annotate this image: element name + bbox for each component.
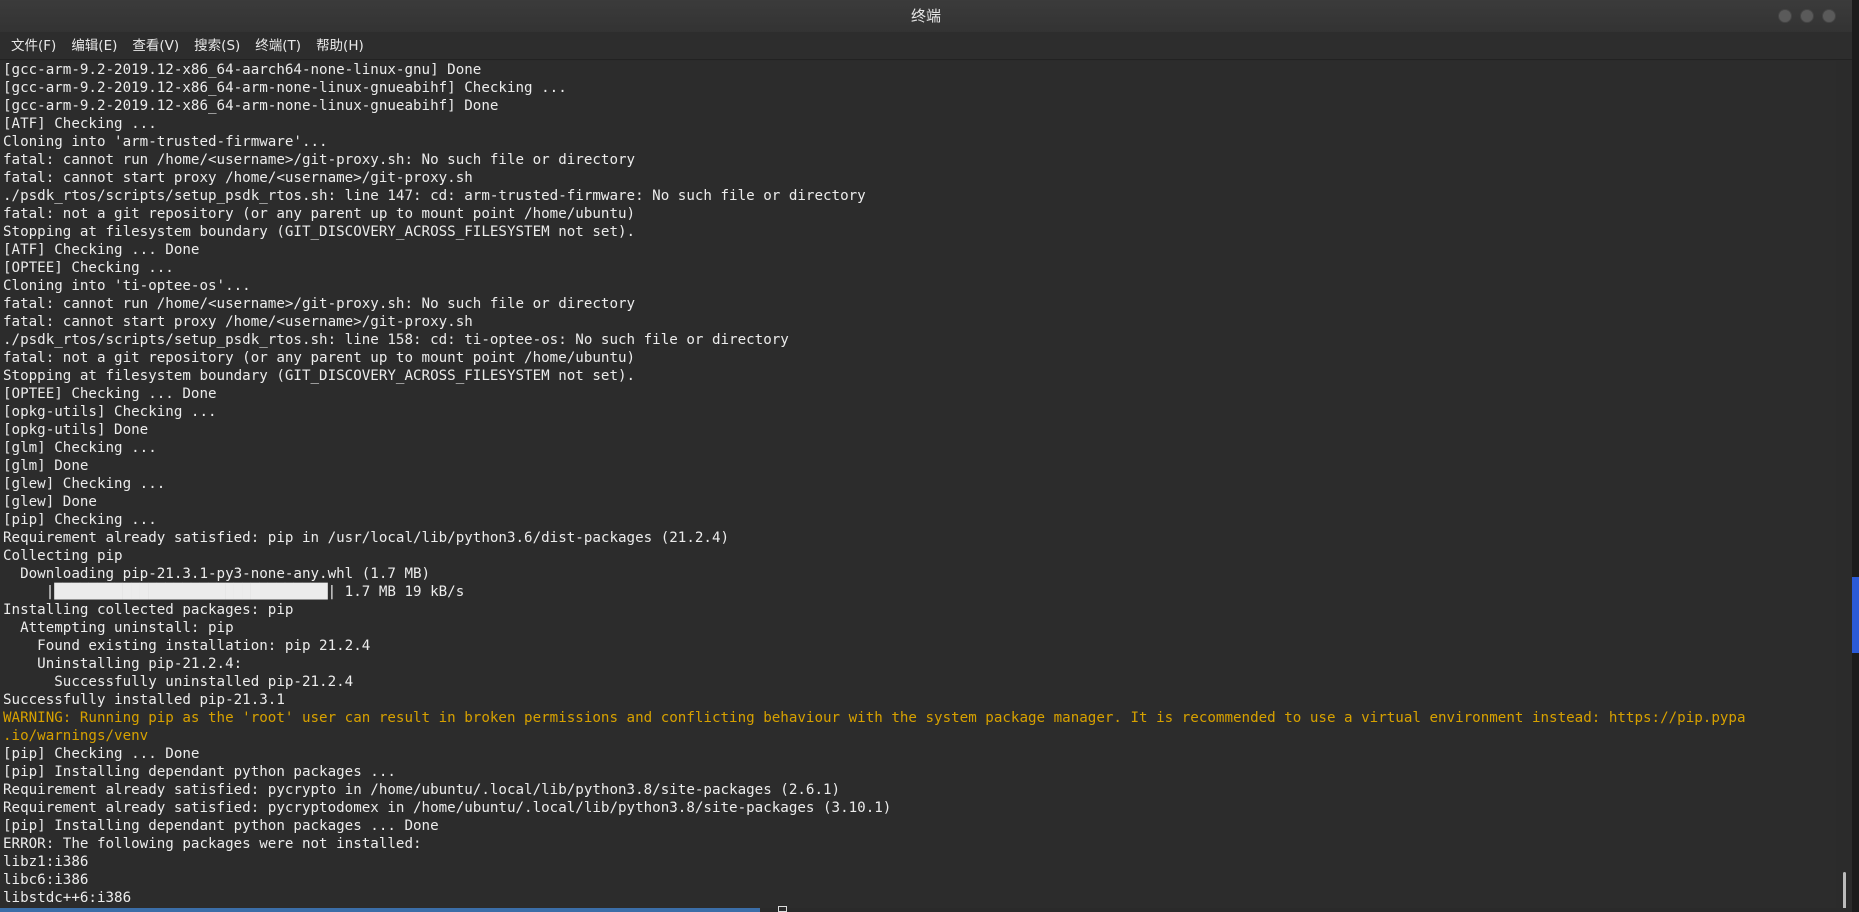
terminal-line: Requirement already satisfied: pycrypto … <box>3 782 841 798</box>
menu-edit[interactable]: 编辑(E) <box>64 32 124 60</box>
window-title: 终端 <box>910 7 941 25</box>
terminal-line: Uninstalling pip-21.2.4: <box>3 656 243 672</box>
terminal-line: [glew] Done <box>3 494 97 510</box>
terminal-line: fatal: cannot run /home/<username>/git-p… <box>3 152 636 168</box>
terminal-line: Cloning into 'ti-optee-os'... <box>3 278 251 294</box>
terminal-line: fatal: not a git repository (or any pare… <box>3 206 636 222</box>
terminal-line: Downloading pip-21.3.1-py3-none-any.whl … <box>3 566 431 582</box>
terminal-line: [pip] Checking ... <box>3 512 157 528</box>
terminal-line: fatal: cannot run /home/<username>/git-p… <box>3 296 636 312</box>
bottom-border <box>0 908 1852 912</box>
bottom-accent-bar <box>0 908 760 912</box>
terminal-window: 终端 文件(F) 编辑(E) 查看(V) 搜索(S) 终端(T) 帮助(H) [… <box>0 0 1853 912</box>
terminal-line: libc6:i386 <box>3 872 89 888</box>
menu-view[interactable]: 查看(V) <box>125 32 186 60</box>
terminal-line: [OPTEE] Checking ... <box>3 260 174 276</box>
terminal-cursor <box>778 906 787 912</box>
terminal-line: [gcc-arm-9.2-2019.12-x86_64-aarch64-none… <box>3 62 482 78</box>
terminal-line: [glm] Done <box>3 458 89 474</box>
menu-search[interactable]: 搜索(S) <box>187 32 247 60</box>
terminal-line: [opkg-utils] Checking ... <box>3 404 217 420</box>
terminal-line: ./psdk_rtos/scripts/setup_psdk_rtos.sh: … <box>3 188 866 204</box>
terminal-line: [gcc-arm-9.2-2019.12-x86_64-arm-none-lin… <box>3 98 499 114</box>
close-button[interactable] <box>1822 9 1836 23</box>
terminal-line: Stopping at filesystem boundary (GIT_DIS… <box>3 368 636 384</box>
minimize-button[interactable] <box>1778 9 1792 23</box>
terminal-line: ERROR: The following packages were not i… <box>3 836 422 852</box>
terminal-line: Requirement already satisfied: pip in /u… <box>3 530 730 546</box>
terminal-warning-line: WARNING: Running pip as the 'root' user … <box>3 710 1746 726</box>
terminal-warning-line: .io/warnings/venv <box>3 728 149 744</box>
terminal-line: [glew] Checking ... <box>3 476 166 492</box>
terminal-line: [pip] Installing dependant python packag… <box>3 764 396 780</box>
terminal-line: [gcc-arm-9.2-2019.12-x86_64-arm-none-lin… <box>3 80 567 96</box>
menu-help[interactable]: 帮助(H) <box>309 32 371 60</box>
terminal-output[interactable]: [gcc-arm-9.2-2019.12-x86_64-aarch64-none… <box>0 61 1836 912</box>
terminal-line: [glm] Checking ... <box>3 440 157 456</box>
terminal-line: [pip] Checking ... Done <box>3 746 200 762</box>
desktop-edge-accent <box>1852 577 1859 653</box>
title-bar[interactable]: 终端 <box>0 0 1852 32</box>
terminal-line: Attempting uninstall: pip <box>3 620 234 636</box>
terminal-line: [pip] Installing dependant python packag… <box>3 818 439 834</box>
terminal-line: [ATF] Checking ... Done <box>3 242 200 258</box>
terminal-line: [opkg-utils] Done <box>3 422 149 438</box>
terminal-line: Successfully installed pip-21.3.1 <box>3 692 285 708</box>
desktop-edge <box>1852 0 1859 912</box>
terminal-line: libstdc++6:i386 <box>3 890 132 906</box>
terminal-line: Cloning into 'arm-trusted-firmware'... <box>3 134 328 150</box>
terminal-line: fatal: not a git repository (or any pare… <box>3 350 636 366</box>
terminal-line: Installing collected packages: pip <box>3 602 294 618</box>
terminal-line: [OPTEE] Checking ... Done <box>3 386 217 402</box>
terminal-line: libz1:i386 <box>3 854 89 870</box>
terminal-scrollbar[interactable] <box>1836 61 1852 912</box>
scrollbar-thumb[interactable] <box>1843 872 1846 910</box>
window-controls <box>1778 9 1836 23</box>
terminal-line: fatal: cannot start proxy /home/<usernam… <box>3 170 473 186</box>
terminal-line: ./psdk_rtos/scripts/setup_psdk_rtos.sh: … <box>3 332 789 348</box>
terminal-line: Stopping at filesystem boundary (GIT_DIS… <box>3 224 636 240</box>
terminal-line: Found existing installation: pip 21.2.4 <box>3 638 371 654</box>
menu-terminal[interactable]: 终端(T) <box>248 32 308 60</box>
terminal-line: Requirement already satisfied: pycryptod… <box>3 800 892 816</box>
terminal-line: |████████████████████████████████| 1.7 M… <box>3 584 465 600</box>
terminal-line: Successfully uninstalled pip-21.2.4 <box>3 674 354 690</box>
menu-file[interactable]: 文件(F) <box>4 32 63 60</box>
terminal-line: fatal: cannot start proxy /home/<usernam… <box>3 314 473 330</box>
menu-bar: 文件(F) 编辑(E) 查看(V) 搜索(S) 终端(T) 帮助(H) <box>0 32 1852 60</box>
terminal-line: Collecting pip <box>3 548 123 564</box>
terminal-line: [ATF] Checking ... <box>3 116 157 132</box>
maximize-button[interactable] <box>1800 9 1814 23</box>
